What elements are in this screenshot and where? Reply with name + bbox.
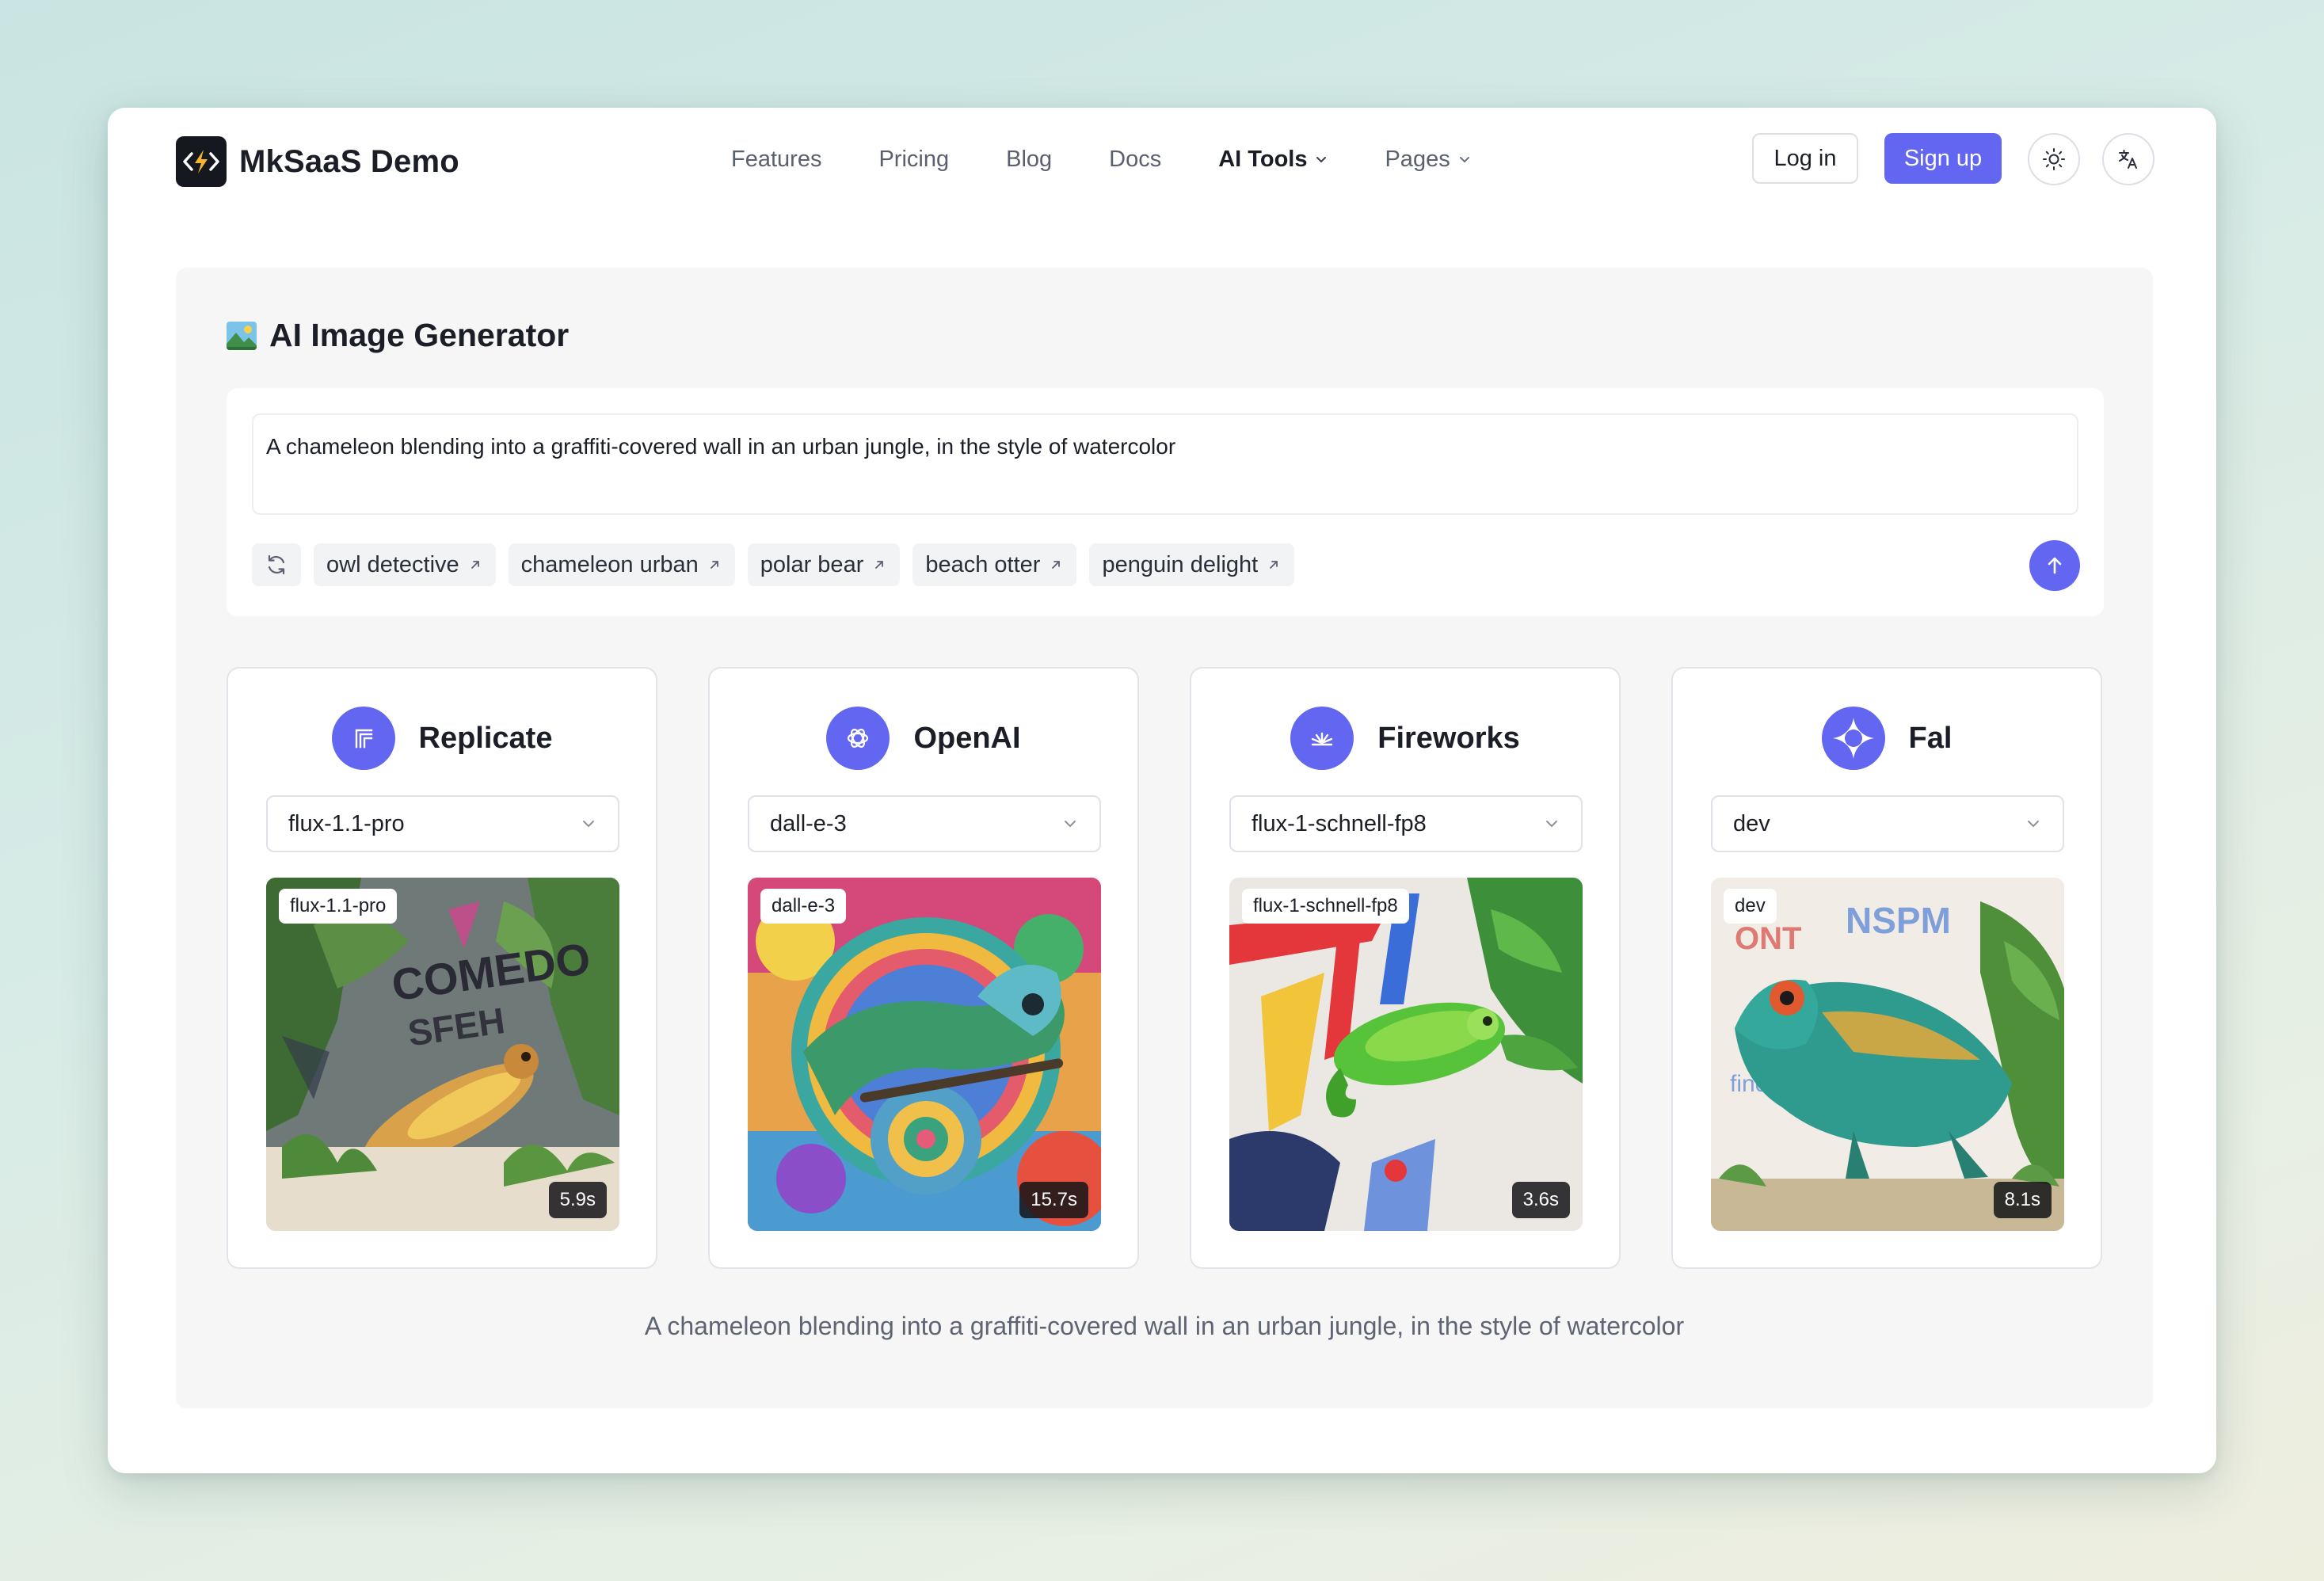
model-badge: flux-1.1-pro [279, 889, 398, 924]
generation-time-badge: 5.9s [548, 1182, 607, 1218]
generation-time-badge: 3.6s [1511, 1182, 1570, 1218]
theme-toggle-button[interactable] [2028, 133, 2080, 185]
svg-text:ONT: ONT [1735, 921, 1801, 956]
generation-time-badge: 8.1s [1993, 1182, 2052, 1218]
brand-name: MkSaaS Demo [239, 143, 459, 179]
main-menu: Features Pricing Blog Docs AI Tools Page… [731, 108, 1528, 211]
provider-name: Fal [1908, 721, 1953, 755]
generation-caption: A chameleon blending into a graffiti-cov… [644, 1312, 1685, 1340]
suggestion-label: polar bear [760, 551, 864, 577]
chevron-down-icon [583, 821, 594, 828]
suggestion-chip-chameleon[interactable]: chameleon urban [508, 543, 735, 586]
generated-image[interactable]: ONT NSPM fince dev 8.1s [1711, 878, 2064, 1231]
translate-icon [2119, 150, 2137, 169]
signup-button[interactable]: Sign up [1884, 133, 2002, 184]
chevron-down-icon [1065, 821, 1076, 828]
arrow-up-right-icon [471, 561, 479, 569]
suggestion-label: beach otter [925, 551, 1041, 577]
provider-name: Fireworks [1377, 721, 1520, 755]
provider-card-fal: Fal dev ONT NSPM fince dev 8.1s [1671, 667, 2102, 1269]
page-title-row: AI Image Generator [227, 317, 569, 354]
chevron-down-icon [1546, 821, 1557, 828]
provider-header: Fireworks [1191, 707, 1619, 770]
model-select[interactable]: dall-e-3 [748, 795, 1101, 852]
provider-card-fireworks: Fireworks flux-1-schnell-fp8 flux-1-schn… [1190, 667, 1621, 1269]
nav-features[interactable]: Features [731, 147, 821, 173]
fireworks-icon [1290, 707, 1354, 770]
nav-blog[interactable]: Blog [1006, 147, 1052, 173]
arrow-up-right-icon [710, 561, 718, 569]
app-window: MkSaaS Demo Features Pricing Blog Docs A… [108, 108, 2216, 1473]
model-select[interactable]: flux-1.1-pro [266, 795, 619, 852]
model-select[interactable]: flux-1-schnell-fp8 [1229, 795, 1583, 852]
nav-pricing[interactable]: Pricing [878, 147, 949, 173]
model-badge: dall-e-3 [760, 889, 847, 924]
arrow-up-right-icon [1270, 561, 1278, 569]
nav-pages[interactable]: Pages [1385, 147, 1470, 173]
generated-image[interactable]: dall-e-3 15.7s [748, 878, 1101, 1231]
model-select-value: dall-e-3 [770, 810, 847, 836]
sun-icon [2043, 148, 2065, 170]
suggestion-label: chameleon urban [520, 551, 699, 577]
model-select-value: flux-1-schnell-fp8 [1252, 810, 1427, 836]
language-button[interactable] [2102, 133, 2154, 185]
suggestion-chips: owl detective chameleon urban polar bear… [252, 543, 1295, 586]
chevron-down-icon [1459, 157, 1469, 163]
arrow-up-right-icon [1052, 561, 1061, 569]
prompt-input[interactable]: A chameleon blending into a graffiti-cov… [252, 413, 2078, 515]
arrow-up-right-icon [875, 561, 884, 569]
svg-text:NSPM: NSPM [1846, 900, 1951, 941]
generate-button[interactable] [2029, 540, 2080, 591]
top-navbar: MkSaaS Demo Features Pricing Blog Docs A… [108, 108, 2216, 211]
provider-card-openai: OpenAI dall-e-3 dall-e-3 15.7s [708, 667, 1139, 1269]
provider-header: Fal [1673, 707, 2101, 770]
provider-header: OpenAI [710, 707, 1137, 770]
suggestion-chip-owl[interactable]: owl detective [314, 543, 496, 586]
arrow-up-icon [2048, 557, 2062, 574]
chevron-down-icon [1316, 157, 1327, 163]
provider-cards: Replicate flux-1.1-pro COMEDO SFEH flux-… [227, 667, 2104, 1269]
model-badge: dev [1724, 889, 1777, 924]
fal-icon [1821, 707, 1885, 770]
model-select-value: flux-1.1-pro [288, 810, 405, 836]
provider-name: OpenAI [913, 721, 1021, 755]
generated-image[interactable]: COMEDO SFEH flux-1.1-pro 5.9s [266, 878, 619, 1231]
model-select[interactable]: dev [1711, 795, 2064, 852]
login-button[interactable]: Log in [1752, 133, 1858, 184]
prompt-card: A chameleon blending into a graffiti-cov… [227, 388, 2104, 616]
refresh-icon [268, 554, 285, 575]
nav-docs[interactable]: Docs [1109, 147, 1161, 173]
picture-emoji-icon [227, 321, 257, 350]
model-select-value: dev [1733, 810, 1770, 836]
code-bolt-icon [176, 136, 227, 187]
provider-name: Replicate [418, 721, 553, 755]
suggestion-chip-beach-otter[interactable]: beach otter [912, 543, 1077, 586]
suggestion-label: owl detective [326, 551, 459, 577]
provider-header: Replicate [228, 707, 656, 770]
generator-panel: AI Image Generator A chameleon blending … [176, 268, 2153, 1408]
nav-pages-label: Pages [1385, 146, 1450, 172]
chevron-down-icon [2028, 821, 2039, 828]
suggestion-label: penguin delight [1102, 551, 1259, 577]
suggestion-chip-polar-bear[interactable]: polar bear [747, 543, 901, 586]
nav-ai-tools[interactable]: AI Tools [1218, 147, 1328, 173]
model-badge: flux-1-schnell-fp8 [1242, 889, 1409, 924]
suggestion-chip-penguin[interactable]: penguin delight [1089, 543, 1295, 586]
brand[interactable]: MkSaaS Demo [176, 136, 459, 187]
provider-card-replicate: Replicate flux-1.1-pro COMEDO SFEH flux-… [227, 667, 657, 1269]
refresh-suggestions-button[interactable] [252, 543, 301, 586]
replicate-icon [331, 707, 395, 770]
generation-time-badge: 15.7s [1019, 1182, 1088, 1218]
generated-image[interactable]: flux-1-schnell-fp8 3.6s [1229, 878, 1583, 1231]
openai-icon [826, 707, 890, 770]
page-title: AI Image Generator [269, 317, 570, 353]
nav-ai-tools-label: AI Tools [1218, 146, 1308, 172]
